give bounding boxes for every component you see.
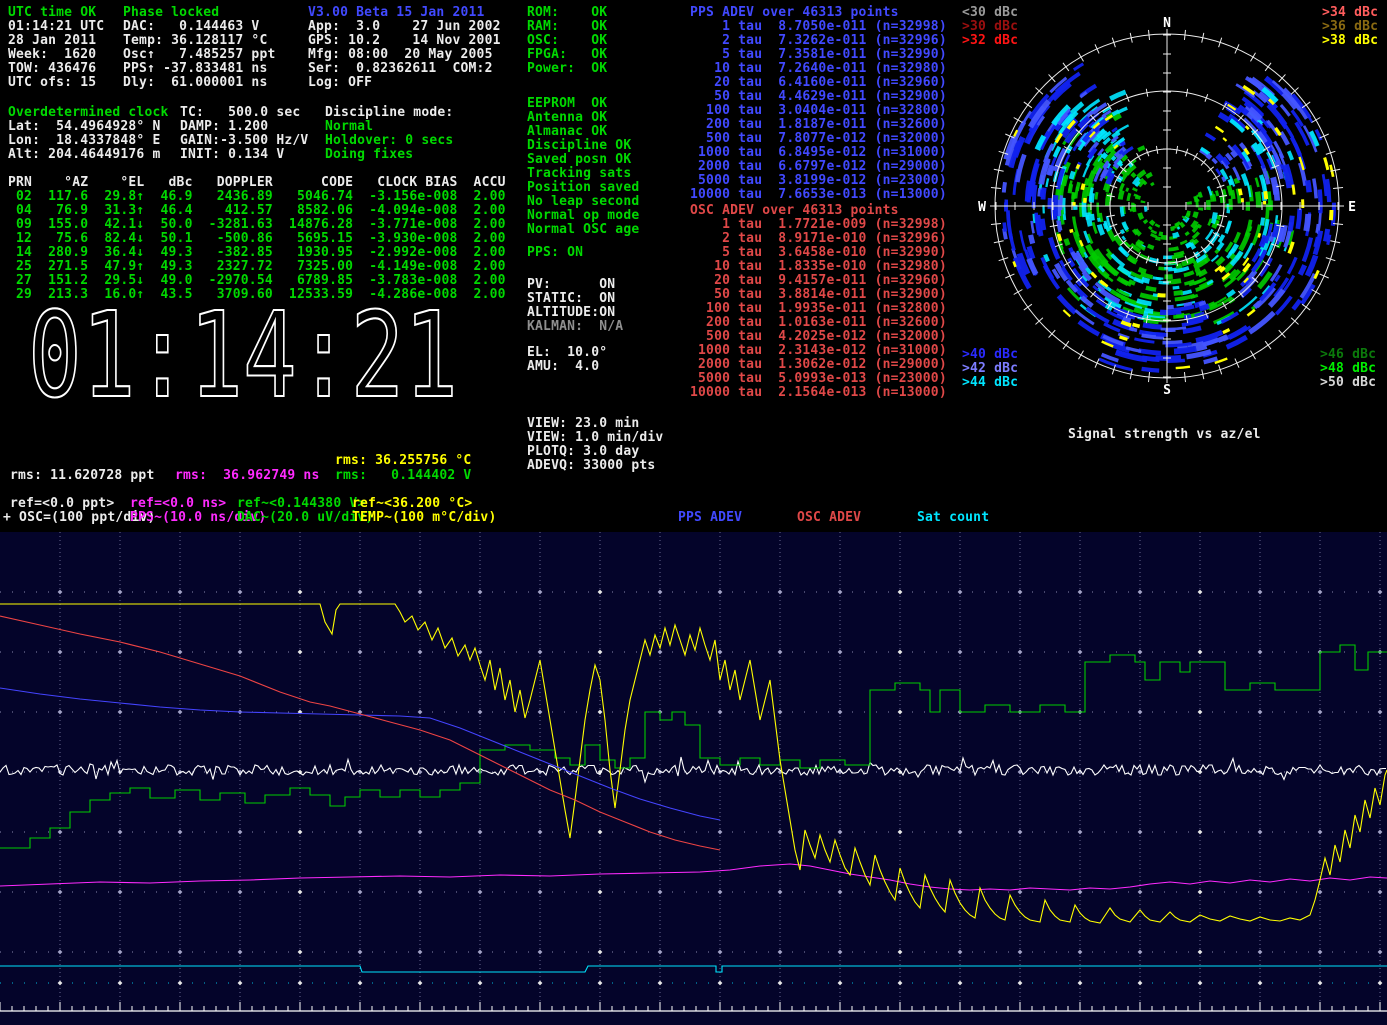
- legend-entry: >30 dBc: [962, 20, 1018, 34]
- legend-entry: <30 dBc: [962, 6, 1018, 20]
- ref-temp-label: ref~<36.200 °C>: [352, 497, 472, 511]
- pps-adev-legend: PPS ADEV: [678, 511, 742, 525]
- ref-dac-label: ref~<0.144380 V>: [237, 497, 365, 511]
- ref-pps-label: ref=<0.0 ns>: [130, 497, 226, 511]
- osc-adev-table: 1 tau 1.7721e-009 (n=32998) 2 tau 8.9171…: [690, 218, 947, 400]
- polar-label-west: W: [978, 200, 986, 215]
- legend-entry: >38 dBc: [1322, 34, 1378, 48]
- phase-lock-block: DAC: 0.144463 V Temp: 36.128117 °C Osc↑ …: [123, 20, 276, 90]
- rms-temp-label: rms: 36.255756 °C: [335, 454, 471, 468]
- osc-adev-title: OSC ADEV over 46313 points: [690, 204, 899, 218]
- sat-count-legend: Sat count: [917, 511, 989, 525]
- gps-status-list: EEPROM OK Antenna OK Almanac OK Discipli…: [527, 97, 639, 237]
- sat-table-body: 02 117.6 29.8↑ 46.9 2436.89 5046.74 -3.1…: [8, 190, 506, 302]
- pps-adev-title: PPS ADEV over 46313 points: [690, 6, 899, 20]
- legend-entry: >36 dBc: [1322, 20, 1378, 34]
- overdetermined-title: Overdetermined clock: [8, 106, 169, 120]
- legend-entry: >50 dBc: [1320, 376, 1376, 390]
- legend-entry: >44 dBc: [962, 376, 1018, 390]
- polar-label-north: N: [1163, 16, 1171, 31]
- discipline-mode-list: Normal Holdover: 0 secs Doing fixes: [325, 120, 453, 162]
- sat-table-header: PRN °AZ °EL dBc DOPPLER CODE CLOCK BIAS …: [8, 176, 506, 190]
- rms-dac-label: rms: 0.144402 V: [335, 469, 471, 483]
- pps-status: PPS: ON: [527, 246, 583, 260]
- heather-app-window: UTC time OK 01:14:21 UTC 28 Jan 2011 Wee…: [0, 0, 1387, 1025]
- polar-legend-top-right: >34 dBc>36 dBc>38 dBc: [1322, 6, 1378, 48]
- phase-lock-title: Phase locked: [123, 6, 219, 20]
- view-settings: VIEW: 23.0 min VIEW: 1.0 min/div PLOTQ: …: [527, 417, 663, 473]
- version-block: App: 3.0 27 Jun 2002 GPS: 10.2 14 Nov 20…: [308, 20, 501, 90]
- legend-entry: >34 dBc: [1322, 6, 1378, 20]
- legend-entry: >40 dBc: [962, 348, 1018, 362]
- polar-legend-bottom-right: >46 dBc>48 dBc>50 dBc: [1320, 348, 1376, 390]
- version-title: V3.00 Beta 15 Jan 2011: [308, 6, 485, 20]
- legend-entry: >48 dBc: [1320, 362, 1376, 376]
- utc-status-block: 01:14:21 UTC 28 Jan 2011 Week: 1620 TOW:…: [8, 20, 104, 90]
- loop-params-block: TC: 500.0 sec DAMP: 1.200 GAIN:-3.500 Hz…: [180, 106, 308, 162]
- utc-status-title: UTC time OK: [8, 6, 96, 20]
- polar-legend-top-left: <30 dBc>30 dBc>32 dBc: [962, 6, 1018, 48]
- rms-osc-label: rms: 11.620728 ppt: [10, 469, 154, 483]
- polar-label-east: E: [1348, 200, 1356, 215]
- kalman-status: KALMAN: N/A: [527, 320, 623, 334]
- legend-entry: >42 dBc: [962, 362, 1018, 376]
- digital-clock-text: 01:14:21: [28, 302, 458, 412]
- discipline-mode-title: Discipline mode:: [325, 106, 453, 120]
- pps-adev-table: 1 tau 8.7050e-011 (n=32998) 2 tau 7.3262…: [690, 20, 947, 202]
- rms-pps-label: rms: 36.962749 ns: [175, 469, 319, 483]
- position-block: Lat: 54.4964928° N Lon: 18.4337848° E Al…: [8, 120, 161, 162]
- osc-adev-legend: OSC ADEV: [797, 511, 861, 525]
- scale-temp-label: TEMP~(100 m°C/div): [352, 511, 496, 525]
- receiver-health-block: ROM: OK RAM: OK OSC: OK FPGA: OK Power: …: [527, 6, 607, 76]
- plot-area[interactable]: [0, 532, 1387, 1025]
- polar-legend-bottom-left: >40 dBc>42 dBc>44 dBc: [962, 348, 1018, 390]
- legend-entry: >32 dBc: [962, 34, 1018, 48]
- ref-osc-label: ref=<0.0 ppt>: [10, 497, 114, 511]
- digital-clock: 01:14:21: [24, 302, 474, 412]
- polar-title: Signal strength vs az/el: [1068, 428, 1261, 442]
- legend-entry: >46 dBc: [1320, 348, 1376, 362]
- mask-settings: EL: 10.0° AMU: 4.0: [527, 346, 607, 374]
- polar-label-south: S: [1163, 383, 1171, 398]
- fix-mode-list: PV: ON STATIC: ON ALTITUDE:ON: [527, 278, 615, 320]
